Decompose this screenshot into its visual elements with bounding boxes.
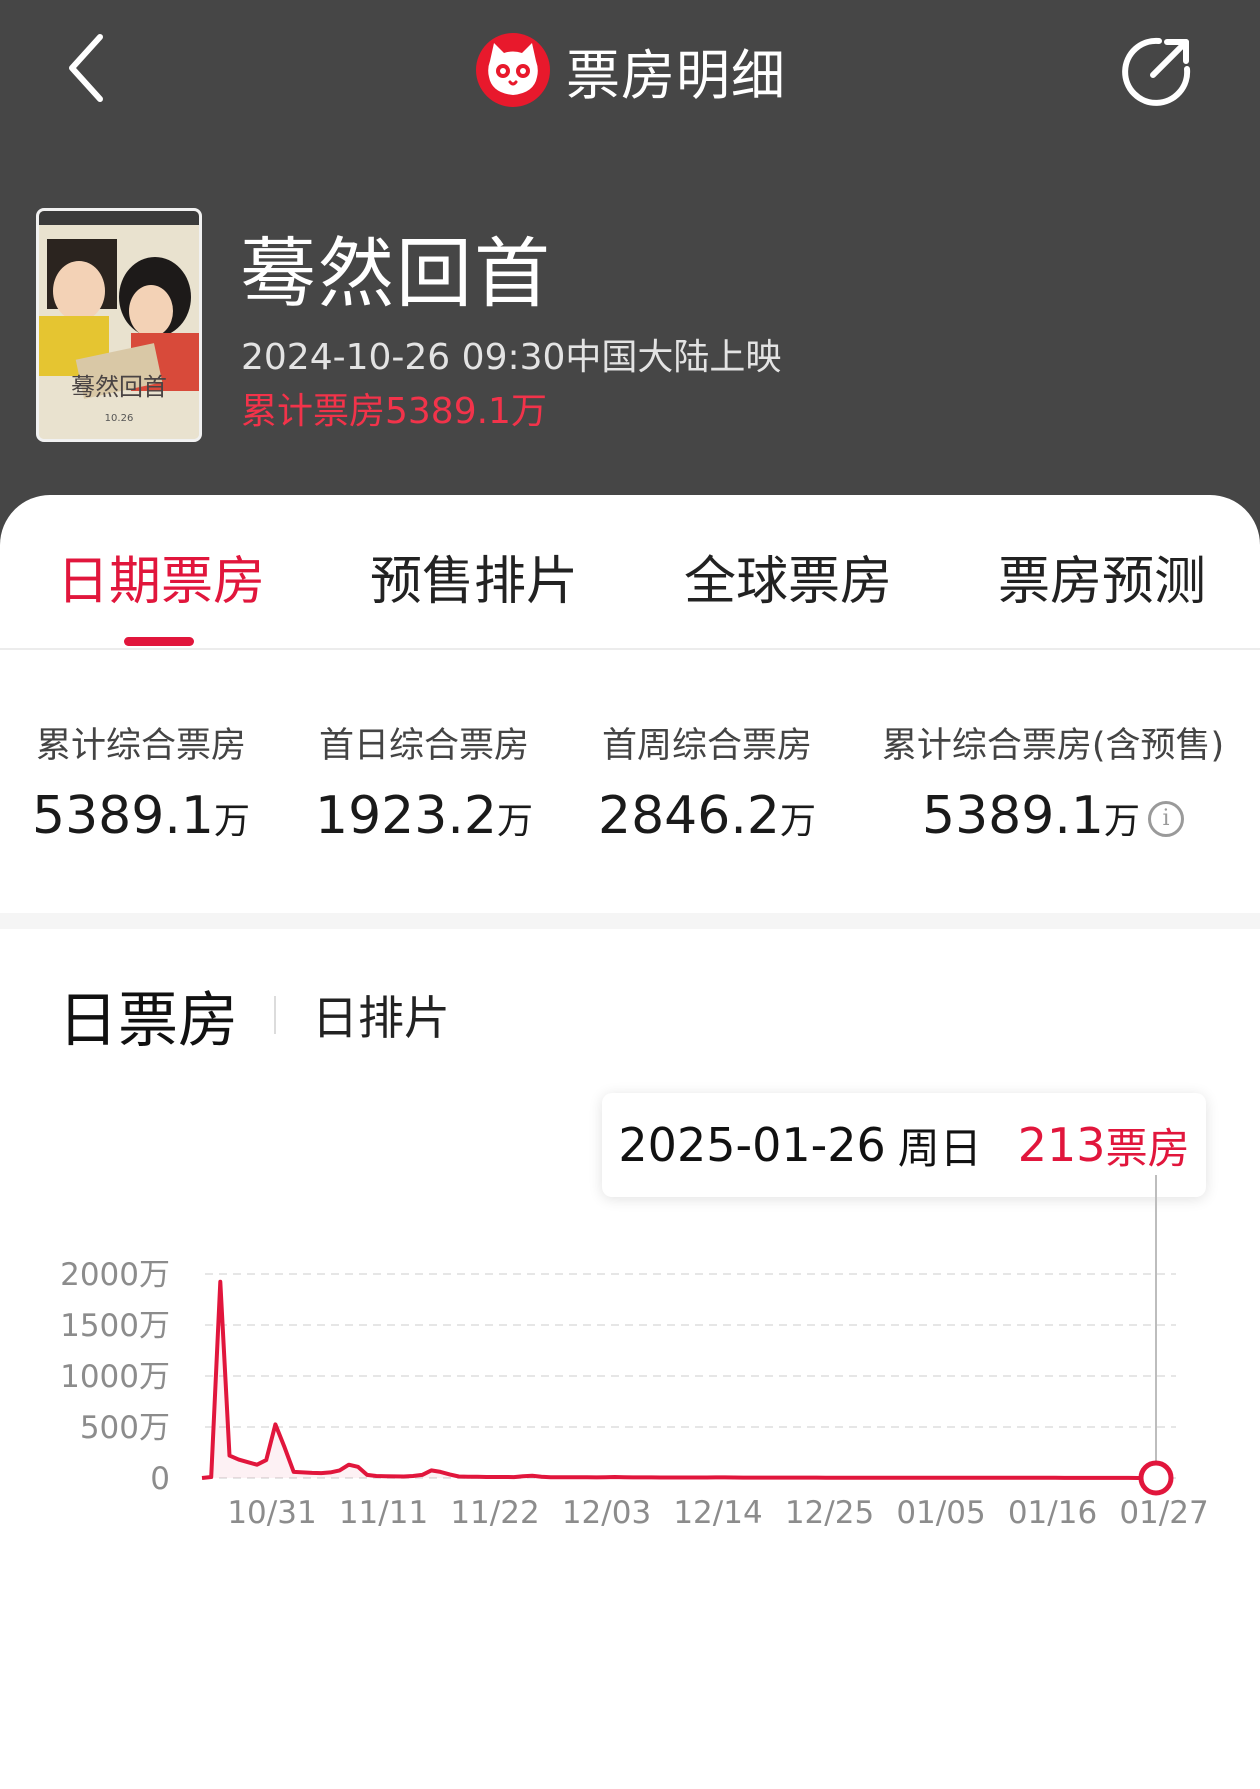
x-tick-label: 01/16 — [1008, 1495, 1097, 1531]
tooltip-date: 2025-01-26 — [618, 1118, 886, 1172]
active-tab-indicator — [124, 637, 194, 646]
share-button[interactable] — [1116, 32, 1196, 112]
share-icon — [1122, 37, 1191, 106]
y-tick-label: 1500万 — [60, 1308, 170, 1344]
movie-title: 蓦然回首 — [240, 229, 552, 318]
stat-label: 首周综合票房 — [601, 726, 812, 766]
info-icon[interactable]: i — [1147, 801, 1184, 837]
header-bar: 票房明细 蓦然回首 10.26 蓦然回首 2024-10-26 09:30中国大… — [0, 0, 1260, 560]
series-line — [201, 1279, 1156, 1480]
stat-unit: 万 — [779, 801, 816, 842]
stat-first-week: 首周综合票房 2846.2万 — [557, 717, 857, 846]
x-tick-label: 12/03 — [562, 1495, 651, 1531]
x-tick-label: 01/27 — [1119, 1495, 1208, 1531]
stat-label: 累计综合票房 — [35, 726, 246, 766]
chart-tab-divider — [274, 996, 276, 1034]
x-tick-label: 10/31 — [227, 1495, 316, 1531]
stat-label: 首日综合票房 — [318, 726, 529, 766]
release-info: 2024-10-26 09:30中国大陆上映 — [241, 337, 782, 378]
poster-title-text: 蓦然回首 — [71, 373, 167, 401]
highlight-point[interactable] — [1138, 1460, 1174, 1496]
stat-value: 5389.1 — [922, 786, 1104, 846]
stat-unit: 万 — [1103, 801, 1140, 842]
stat-first-day: 首日综合票房 1923.2万 — [274, 717, 574, 846]
section-divider — [0, 913, 1260, 929]
tooltip-value: 213 — [1017, 1118, 1106, 1172]
cat-logo-icon — [476, 33, 550, 107]
movie-poster[interactable]: 蓦然回首 10.26 — [36, 208, 202, 442]
daily-box-office-chart[interactable]: 0 500万 1000万 1500万 2000万 10/31 11/11 11/22 12/0… — [0, 1175, 1260, 1789]
stat-label: 累计综合票房(含预售) — [881, 726, 1225, 766]
page-title: 票房明细 — [566, 43, 786, 107]
y-tick-label: 2000万 — [60, 1257, 170, 1293]
stat-cumulative: 累计综合票房 5389.1万 — [0, 717, 291, 846]
x-tick-label: 11/22 — [450, 1495, 539, 1531]
tab-bar: 日期票房 预售排片 全球票房 票房预测 — [0, 495, 1260, 647]
y-tick-label: 1000万 — [60, 1359, 170, 1395]
poster-date-text: 10.26 — [105, 413, 134, 424]
stat-unit: 万 — [496, 801, 533, 842]
stat-value: 5389.1 — [32, 786, 214, 846]
chart-tab-daily-box-office[interactable]: 日票房 — [58, 972, 238, 1059]
y-tick-label: 500万 — [80, 1410, 170, 1446]
tab-global-box-office[interactable]: 全球票房 — [684, 539, 892, 614]
chart-tab-bar: 日票房 日排片 — [58, 975, 450, 1056]
stat-cumulative-with-presale: 累计综合票房(含预售) 5389.1万 i — [878, 717, 1228, 846]
x-tick-label: 11/11 — [339, 1495, 428, 1531]
x-tick-label: 12/25 — [785, 1495, 874, 1531]
series-area — [202, 1281, 1156, 1478]
tab-daily-box-office[interactable]: 日期票房 — [57, 539, 265, 614]
tooltip-weekday: 周日 — [897, 1123, 982, 1173]
tab-box-office-forecast[interactable]: 票房预测 — [998, 539, 1206, 614]
chart-tab-daily-schedule[interactable]: 日排片 — [312, 982, 450, 1048]
stat-value: 1923.2 — [315, 786, 497, 846]
x-tick-label: 01/05 — [896, 1495, 985, 1531]
tabs-divider — [0, 648, 1260, 650]
stat-unit: 万 — [213, 801, 250, 842]
main-card: 日期票房 预售排片 全球票房 票房预测 累计综合票房 5389.1万 首日综合票… — [0, 495, 1260, 1789]
y-tick-label: 0 — [150, 1461, 170, 1497]
tab-presale-schedule[interactable]: 预售排片 — [370, 539, 578, 614]
x-tick-label: 12/14 — [673, 1495, 762, 1531]
stat-value: 2846.2 — [598, 786, 780, 846]
poster-artwork: 蓦然回首 10.26 — [39, 211, 199, 439]
total-box-office: 累计票房5389.1万 — [241, 391, 547, 432]
tooltip-unit: 票房 — [1105, 1123, 1190, 1173]
